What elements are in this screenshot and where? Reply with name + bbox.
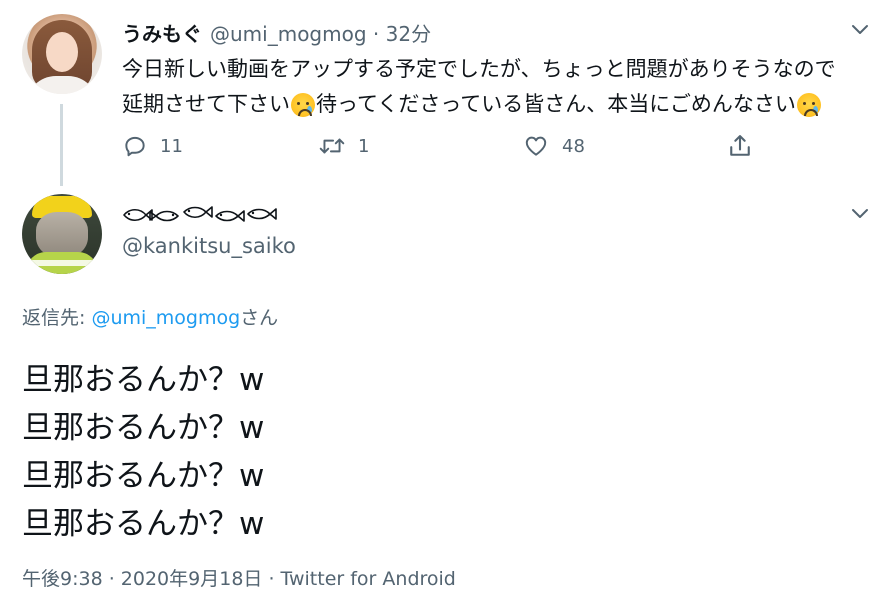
- retweet-count: 1: [358, 135, 370, 157]
- reply-tweet-text: 旦那おるんか？w 旦那おるんか？w 旦那おるんか？w 旦那おるんか？w: [22, 356, 264, 548]
- parent-avatar[interactable]: [22, 14, 102, 94]
- replying-to: 返信先: @umi_mogmogさん: [22, 303, 278, 330]
- crying-face-icon: [291, 92, 315, 117]
- parent-more-chevron[interactable]: [848, 18, 872, 46]
- parent-display-name[interactable]: うみもぐ: [122, 18, 202, 47]
- retweet-icon: [319, 138, 345, 154]
- reply-text-line: 旦那おるんか？w: [22, 458, 265, 494]
- parent-handle-and-time[interactable]: @umi_mogmog · 32分: [210, 18, 431, 47]
- reply-display-name[interactable]: [122, 202, 282, 228]
- reply-text-line: 旦那おるんか？w: [22, 506, 265, 542]
- replying-suffix: さん: [240, 307, 279, 329]
- reply-more-chevron[interactable]: [848, 202, 872, 230]
- like-button[interactable]: 48: [522, 128, 585, 164]
- reply-icon: [125, 136, 145, 157]
- reply-timestamp-source[interactable]: 午後9:38 · 2020年9月18日 · Twitter for Androi…: [22, 564, 456, 591]
- parent-tweet-text: 今日新しい動画をアップする予定でしたが、ちょっと問題がありそうなので 延期させて…: [122, 52, 872, 122]
- parent-action-bar: 11 1 48: [122, 128, 762, 164]
- reply-text-line: 旦那おるんか？w: [22, 362, 265, 398]
- reply-avatar[interactable]: [22, 194, 102, 274]
- chevron-down-icon: [852, 209, 868, 218]
- reply-handle[interactable]: @kankitsu_saiko: [122, 234, 296, 258]
- reply-count: 11: [160, 135, 183, 157]
- parent-text-line: 今日新しい動画をアップする予定でしたが、ちょっと問題がありそうなので: [122, 52, 872, 87]
- parent-text-line-2b: 待ってくださっている皆さん、本当にごめんなさい: [316, 92, 796, 116]
- reply-text-line: 旦那おるんか？w: [22, 410, 265, 446]
- share-button[interactable]: [726, 128, 754, 164]
- crying-face-icon: [796, 92, 821, 117]
- like-icon: [525, 136, 547, 156]
- replying-mention-link[interactable]: @umi_mogmog: [91, 307, 240, 329]
- parent-text-line-2a: 延期させて下さい: [122, 92, 290, 116]
- fish-icons: [123, 206, 277, 222]
- like-count: 48: [562, 135, 585, 157]
- thread-connector-line: [60, 104, 63, 186]
- replying-prefix: 返信先:: [22, 307, 92, 329]
- parent-text-line-1: 今日新しい動画をアップする予定でしたが、ちょっと問題がありそうなので: [122, 57, 836, 81]
- reply-button[interactable]: 11: [122, 128, 183, 164]
- parent-text-line: 延期させて下さい 待ってくださっている皆さん、本当にごめんなさい: [122, 87, 872, 122]
- parent-tweet-header: うみもぐ @umi_mogmog · 32分: [122, 18, 431, 46]
- share-icon: [730, 135, 750, 156]
- chevron-down-icon: [852, 25, 868, 34]
- retweet-button[interactable]: 1: [318, 128, 369, 164]
